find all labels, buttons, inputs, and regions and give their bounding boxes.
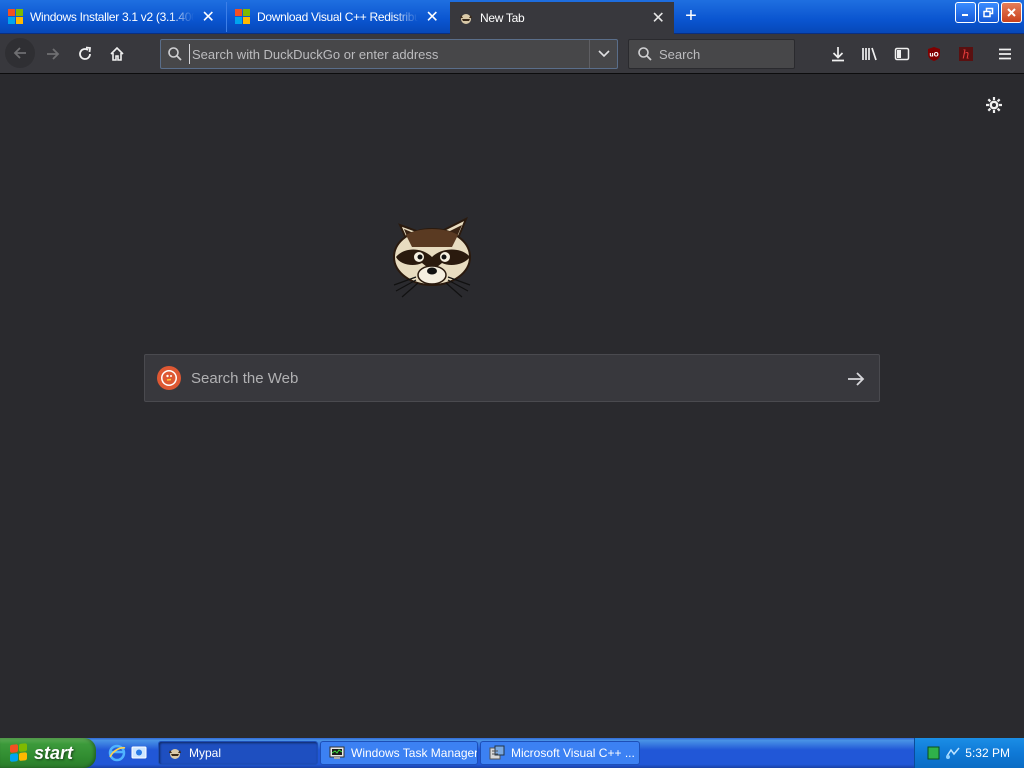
web-search-input[interactable] xyxy=(191,368,791,388)
forward-button[interactable] xyxy=(39,40,67,68)
web-search-box[interactable] xyxy=(144,354,880,402)
task-manager-icon xyxy=(329,745,345,761)
ublock-origin-icon[interactable]: uO xyxy=(920,40,948,68)
downloads-icon[interactable] xyxy=(824,40,852,68)
show-desktop-icon[interactable] xyxy=(130,744,148,762)
sidebar-icon[interactable] xyxy=(888,40,916,68)
tab-close-icon[interactable]: ✕ xyxy=(200,9,216,26)
start-button[interactable]: start xyxy=(0,738,96,768)
url-input[interactable] xyxy=(189,44,584,64)
tab-visual-cpp-download[interactable]: Download Visual C++ Redistributable ✕ xyxy=(226,2,448,32)
taskbar-item-task-manager[interactable]: Windows Task Manager xyxy=(320,741,478,765)
tab-close-icon[interactable]: ✕ xyxy=(650,10,666,27)
microsoft-logo-icon xyxy=(235,9,251,25)
search-icon xyxy=(637,46,653,67)
search-icon xyxy=(167,46,183,67)
navigation-toolbar: I uO h xyxy=(0,34,1024,74)
svg-text:uO: uO xyxy=(929,52,938,59)
new-tab-page xyxy=(0,75,1024,738)
new-tab-plus-icon[interactable]: + xyxy=(680,6,702,28)
microsoft-logo-icon xyxy=(8,9,24,25)
back-button[interactable] xyxy=(5,38,35,68)
duckduckgo-icon xyxy=(157,366,181,390)
url-dropdown-button[interactable] xyxy=(589,40,617,68)
mypal-raccoon-icon xyxy=(167,745,183,761)
start-label: start xyxy=(34,742,74,763)
taskbar: start Mypal Windows Task Manager Microso… xyxy=(0,738,1024,768)
taskbar-item-mypal[interactable]: Mypal xyxy=(158,741,318,765)
minimize-button[interactable] xyxy=(955,2,976,23)
close-window-button[interactable] xyxy=(1001,2,1022,23)
taskbar-item-label: Microsoft Visual C++ ... xyxy=(511,746,635,760)
tab-windows-installer[interactable]: Windows Installer 3.1 v2 (3.1.4000... ✕ xyxy=(0,2,224,32)
taskbar-item-label: Mypal xyxy=(189,746,222,760)
taskbar-item-visual-cpp[interactable]: Microsoft Visual C++ ... xyxy=(480,741,640,765)
network-status-icon[interactable] xyxy=(927,746,941,760)
clock[interactable]: 5:32 PM xyxy=(965,746,1010,760)
tab-title: Windows Installer 3.1 v2 (3.1.4000... xyxy=(30,10,194,24)
internet-explorer-icon[interactable] xyxy=(108,744,126,762)
search-bar[interactable] xyxy=(628,39,795,69)
search-input[interactable] xyxy=(659,45,784,63)
svg-text:h: h xyxy=(962,48,970,62)
installer-icon xyxy=(489,745,505,761)
home-button[interactable] xyxy=(103,40,131,68)
tab-strip: Windows Installer 3.1 v2 (3.1.4000... ✕ … xyxy=(0,0,1024,34)
tab-title: Download Visual C++ Redistributable xyxy=(257,10,418,24)
tab-close-icon[interactable]: ✕ xyxy=(424,9,440,26)
extension-h-icon[interactable]: h xyxy=(952,40,980,68)
restore-button[interactable] xyxy=(978,2,999,23)
taskbar-item-label: Windows Task Manager xyxy=(351,746,478,760)
mypal-raccoon-icon xyxy=(458,10,474,26)
gear-icon[interactable] xyxy=(982,93,1006,117)
system-tray: 5:32 PM xyxy=(914,738,1024,768)
library-icon[interactable] xyxy=(856,40,884,68)
windows-flag-icon xyxy=(10,743,28,763)
arrow-right-icon[interactable] xyxy=(845,368,867,390)
connection-icon[interactable] xyxy=(945,746,961,760)
menu-hamburger-icon[interactable] xyxy=(991,40,1019,68)
tab-title: New Tab xyxy=(480,11,525,25)
tab-new-tab[interactable]: New Tab ✕ xyxy=(450,2,674,34)
window-controls xyxy=(955,2,1022,23)
address-bar[interactable]: I xyxy=(160,39,691,69)
mypal-raccoon-logo xyxy=(386,213,478,299)
reload-button[interactable] xyxy=(71,40,99,68)
